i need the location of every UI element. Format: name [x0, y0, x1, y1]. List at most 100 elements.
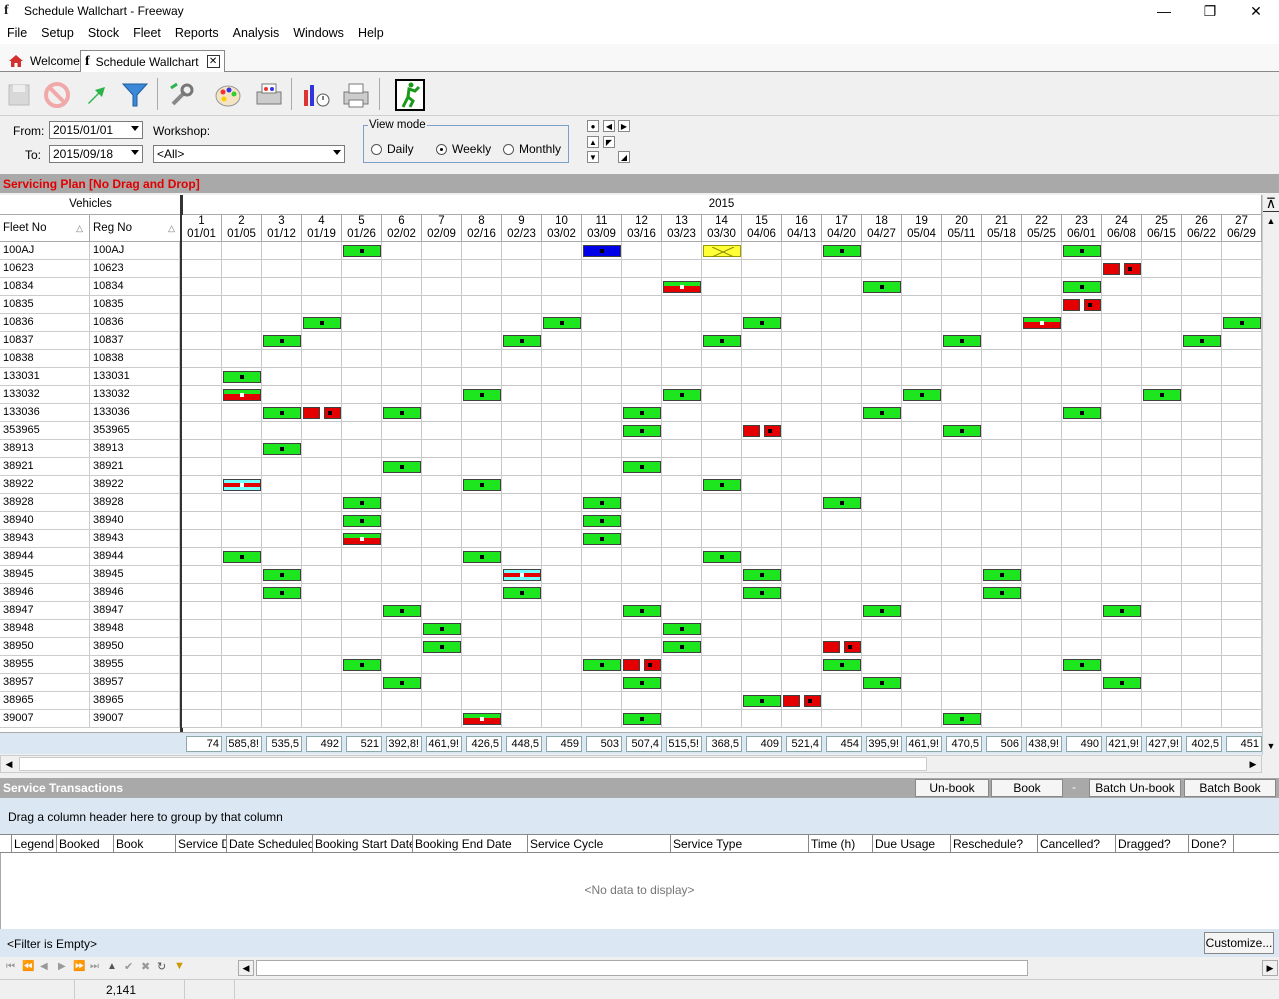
schedule-cell[interactable] [302, 422, 342, 440]
schedule-cell[interactable] [742, 512, 782, 530]
column-header-book[interactable]: Book [114, 835, 176, 853]
schedule-cell[interactable] [982, 314, 1022, 332]
schedule-cell[interactable] [1102, 530, 1142, 548]
schedule-cell[interactable] [342, 422, 382, 440]
schedule-cell[interactable] [302, 440, 342, 458]
schedule-cell[interactable] [622, 530, 662, 548]
schedule-cell[interactable] [182, 278, 222, 296]
reg-no-cell[interactable]: 38943 [90, 530, 180, 548]
service-event-green[interactable] [943, 713, 981, 725]
schedule-cell[interactable] [502, 494, 542, 512]
schedule-cell[interactable] [662, 296, 702, 314]
schedule-cell[interactable] [622, 548, 662, 566]
schedule-cell[interactable] [1142, 638, 1182, 656]
schedule-cell[interactable] [542, 566, 582, 584]
nav-up-button[interactable]: ▲ [587, 136, 599, 148]
schedule-cell[interactable] [782, 404, 822, 422]
fleet-no-cell[interactable]: 10834 [0, 278, 90, 296]
schedule-cell[interactable] [1022, 710, 1062, 728]
schedule-cell[interactable] [862, 386, 902, 404]
book-button[interactable]: Book [991, 779, 1063, 797]
schedule-cell[interactable] [662, 332, 702, 350]
service-event-green[interactable] [623, 713, 661, 725]
schedule-cell[interactable] [422, 656, 462, 674]
tab-close-icon[interactable]: ✕ [206, 55, 220, 68]
schedule-cell[interactable] [1222, 620, 1262, 638]
schedule-cell[interactable] [622, 278, 662, 296]
schedule-cell[interactable] [1062, 548, 1102, 566]
schedule-cell[interactable] [462, 566, 502, 584]
schedule-cell[interactable] [1142, 296, 1182, 314]
schedule-cell[interactable] [462, 512, 502, 530]
schedule-cell[interactable] [982, 278, 1022, 296]
schedule-cell[interactable] [782, 386, 822, 404]
schedule-cell[interactable] [1222, 404, 1262, 422]
service-event-split[interactable] [743, 425, 781, 437]
schedule-cell[interactable] [1062, 440, 1102, 458]
schedule-cell[interactable] [942, 314, 982, 332]
schedule-cell[interactable] [902, 530, 942, 548]
schedule-cell[interactable] [222, 278, 262, 296]
service-event-green[interactable] [263, 407, 301, 419]
schedule-cell[interactable] [382, 512, 422, 530]
schedule-cell[interactable] [302, 548, 342, 566]
schedule-cell[interactable] [622, 386, 662, 404]
nav-next-page-icon[interactable]: ⏩ [73, 961, 85, 972]
schedule-cell[interactable] [782, 530, 822, 548]
schedule-cell[interactable] [1182, 260, 1222, 278]
menu-setup[interactable]: Setup [34, 26, 81, 40]
schedule-cell[interactable] [982, 530, 1022, 548]
schedule-cell[interactable] [382, 566, 422, 584]
service-event-green[interactable] [423, 641, 461, 653]
schedule-cell[interactable] [862, 638, 902, 656]
schedule-cell[interactable] [742, 530, 782, 548]
schedule-cell[interactable] [902, 710, 942, 728]
fleet-no-cell[interactable]: 38922 [0, 476, 90, 494]
schedule-cell[interactable] [742, 656, 782, 674]
schedule-cell[interactable] [1102, 710, 1142, 728]
service-event-green[interactable] [823, 497, 861, 509]
schedule-cell[interactable] [302, 710, 342, 728]
schedule-cell[interactable] [902, 602, 942, 620]
schedule-cell[interactable] [422, 440, 462, 458]
schedule-cell[interactable] [1142, 314, 1182, 332]
schedule-cell[interactable] [1102, 332, 1142, 350]
nav-prev-page-icon[interactable]: ⏪ [22, 961, 34, 972]
schedule-cell[interactable] [782, 422, 822, 440]
schedule-cell[interactable] [582, 404, 622, 422]
schedule-cell[interactable] [1022, 476, 1062, 494]
schedule-cell[interactable] [302, 692, 342, 710]
schedule-cell[interactable] [1222, 458, 1262, 476]
fleet-no-cell[interactable]: 38948 [0, 620, 90, 638]
schedule-cell[interactable] [862, 458, 902, 476]
schedule-cell[interactable] [1102, 566, 1142, 584]
schedule-cell[interactable] [822, 548, 862, 566]
schedule-cell[interactable] [542, 350, 582, 368]
schedule-cell[interactable] [1142, 332, 1182, 350]
schedule-cell[interactable] [862, 368, 902, 386]
fleet-no-cell[interactable]: 38947 [0, 602, 90, 620]
schedule-cell[interactable] [582, 566, 622, 584]
reg-no-cell[interactable]: 10834 [90, 278, 180, 296]
schedule-cell[interactable] [702, 692, 742, 710]
colors-button[interactable] [211, 78, 245, 112]
column-header-reschedule[interactable]: Reschedule? [951, 835, 1038, 853]
schedule-cell[interactable] [662, 584, 702, 602]
schedule-cell[interactable] [382, 440, 422, 458]
fleet-no-cell[interactable]: 10837 [0, 332, 90, 350]
schedule-cell[interactable] [1062, 260, 1102, 278]
schedule-cell[interactable] [222, 332, 262, 350]
schedule-cell[interactable] [182, 404, 222, 422]
fleet-no-cell[interactable]: 38957 [0, 674, 90, 692]
schedule-cell[interactable] [222, 440, 262, 458]
schedule-cell[interactable] [1142, 656, 1182, 674]
schedule-cell[interactable] [222, 602, 262, 620]
schedule-cell[interactable] [1182, 584, 1222, 602]
schedule-cell[interactable] [782, 296, 822, 314]
schedule-cell[interactable] [262, 242, 302, 260]
schedule-cell[interactable] [1222, 422, 1262, 440]
close-button[interactable]: ✕ [1233, 0, 1279, 22]
schedule-cell[interactable] [662, 674, 702, 692]
schedule-cell[interactable] [582, 368, 622, 386]
schedule-cell[interactable] [422, 476, 462, 494]
